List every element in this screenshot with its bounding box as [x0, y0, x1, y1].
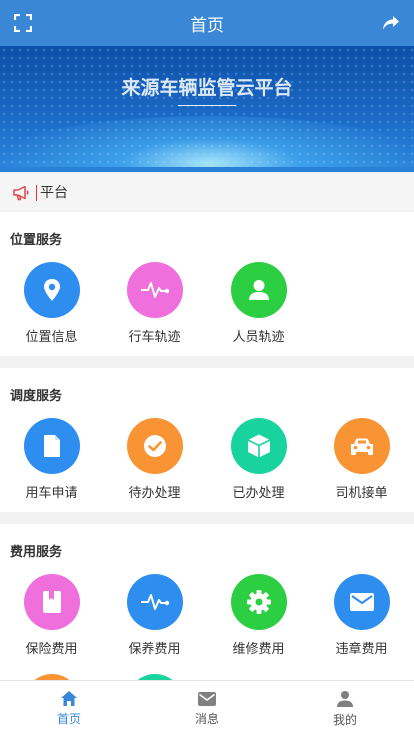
banner: 来源车辆监管云平台 [0, 46, 414, 172]
fullscreen-icon [14, 14, 32, 32]
maintenance-fee-button[interactable]: 保养费用 [103, 574, 206, 657]
notice-text: 平台 [36, 185, 68, 201]
document-icon [43, 435, 60, 457]
car-icon [350, 438, 373, 455]
item-label: 人员轨迹 [232, 330, 285, 345]
top-navbar: 首页 [0, 0, 414, 46]
person-icon [248, 280, 269, 300]
insurance-fee-button[interactable]: 保险费用 [0, 574, 103, 657]
location-info-button[interactable]: 位置信息 [0, 262, 103, 345]
personnel-track-button[interactable]: 人员轨迹 [207, 262, 310, 345]
driving-track-button[interactable]: 行车轨迹 [103, 262, 206, 345]
location-service-section: 位置服务 位置信息 行车轨迹 人员轨迹 [0, 212, 414, 356]
notice-bar[interactable]: 平台 [0, 175, 414, 211]
page-title: 首页 [190, 15, 224, 36]
section-title: 位置服务 [10, 233, 63, 248]
pending-tasks-button[interactable]: 待办处理 [103, 418, 206, 501]
tab-label: 我的 [332, 712, 357, 727]
gear-icon [246, 590, 271, 614]
item-label: 用车申请 [25, 486, 78, 501]
home-icon [61, 691, 77, 706]
banner-pattern [0, 46, 414, 172]
tab-label: 首页 [56, 712, 81, 726]
item-label: 行车轨迹 [128, 330, 181, 345]
dispatch-service-section: 调度服务 用车申请 待办处理 已办处理 司机接单 [0, 368, 414, 512]
check-circle-icon [143, 435, 166, 457]
section-title: 费用服务 [10, 545, 63, 560]
book-icon [42, 591, 61, 613]
item-label: 维修费用 [232, 642, 285, 657]
vehicle-request-button[interactable]: 用车申请 [0, 418, 103, 501]
share-icon [383, 16, 399, 30]
tab-home[interactable]: 首页 [0, 681, 138, 736]
tab-profile[interactable]: 我的 [276, 681, 414, 736]
item-label: 待办处理 [128, 486, 181, 501]
item-label: 位置信息 [25, 330, 78, 345]
item-label: 违章费用 [335, 642, 388, 657]
bottom-tab-bar: 首页 消息 我的 [0, 680, 414, 736]
fullscreen-button[interactable] [0, 0, 46, 46]
section-title: 调度服务 [10, 389, 63, 404]
location-pin-icon [43, 279, 60, 301]
repair-fee-button[interactable]: 维修费用 [207, 574, 310, 657]
message-icon [198, 691, 216, 706]
banner-title: 来源车辆监管云平台 [121, 77, 293, 99]
item-label: 司机接单 [335, 486, 388, 501]
driver-accept-order-button[interactable]: 司机接单 [310, 418, 413, 501]
pulse-icon [140, 594, 169, 610]
banner-bottom-bar [0, 167, 414, 172]
item-label: 保险费用 [25, 642, 78, 657]
tab-messages[interactable]: 消息 [138, 681, 276, 736]
mail-icon [349, 593, 374, 611]
expense-service-section: 费用服务 保险费用 保养费用 维修费用 违章费用 [0, 524, 414, 680]
user-icon [337, 690, 353, 707]
banner-underline [178, 105, 236, 106]
item-label: 已办处理 [232, 486, 285, 501]
tab-label: 消息 [194, 711, 219, 726]
item-label: 保养费用 [128, 642, 181, 657]
cube-icon [247, 434, 270, 458]
pulse-icon [140, 282, 169, 298]
share-button[interactable] [368, 0, 414, 46]
violation-fee-button[interactable]: 违章费用 [310, 574, 413, 657]
megaphone-icon [13, 185, 29, 201]
completed-tasks-button[interactable]: 已办处理 [207, 418, 310, 501]
